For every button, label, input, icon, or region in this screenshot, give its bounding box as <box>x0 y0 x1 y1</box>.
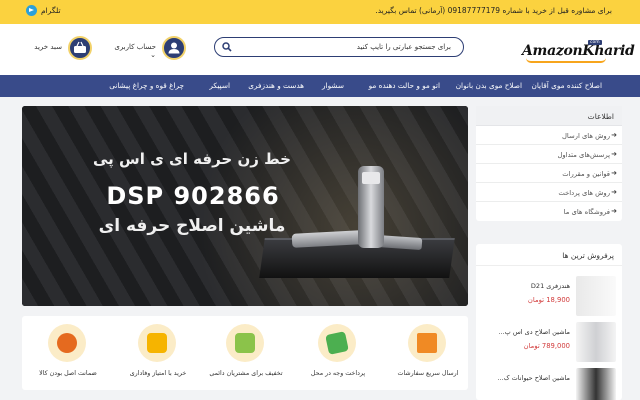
arrow-left-icon: ➜ <box>611 131 617 139</box>
logo-text: AmazonKharid <box>522 43 635 59</box>
loyalty-points-icon <box>147 333 167 353</box>
cart-button[interactable]: سبد خرید <box>34 36 92 60</box>
quality-medal-icon <box>57 333 77 353</box>
product-price: 789,000 تومان <box>523 342 570 350</box>
user-icon <box>162 36 186 60</box>
cart-label: سبد خرید <box>34 43 62 51</box>
product-card[interactable]: ماشین اصلاح دی اس پ... 789,000 تومان <box>482 322 616 364</box>
discount-gift-icon <box>235 333 255 353</box>
info-title: اطلاعات <box>476 106 622 126</box>
product-card[interactable]: هندزفری D21 18,900 تومان <box>482 276 616 318</box>
telegram-link[interactable]: تلگرام <box>26 5 61 16</box>
product-thumbnail <box>576 322 616 362</box>
logo-swoosh <box>526 58 606 63</box>
feature-quality: ضمانت اصل بودن کالا <box>26 324 110 388</box>
arrow-left-icon: ➜ <box>611 188 617 196</box>
info-link-terms[interactable]: ➜ قوانین و مقررات <box>476 164 622 183</box>
nav-item-speaker[interactable]: اسپیکر <box>209 81 230 90</box>
feature-cod: پرداخت وجه در محل <box>296 324 380 388</box>
info-link-label: پرسش‌های متداول <box>557 151 610 159</box>
account-button[interactable]: حساب کاربری ⌄ <box>108 36 186 60</box>
arrow-left-icon: ➜ <box>611 150 617 158</box>
cart-icon <box>68 36 92 60</box>
info-link-label: روش های پرداخت <box>558 189 610 197</box>
banner-heading: خط زن حرفه ای ی اس پی <box>93 150 291 168</box>
bestsellers-panel: پرفروش ترین ها هندزفری D21 18,900 تومان … <box>476 244 622 400</box>
contact-message: برای مشاوره قبل از خرید با شماره 0918777… <box>375 6 612 15</box>
feature-label: خرید با امتیاز وفاداری <box>129 370 187 377</box>
trimmer-image-main <box>358 166 384 248</box>
arrow-left-icon: ➜ <box>611 169 617 177</box>
top-announcement-bar: تلگرام برای مشاوره قبل از خرید با شماره … <box>0 0 640 24</box>
truck-icon <box>417 333 437 353</box>
nav-item-hair-styler[interactable]: اتو مو و حالت دهنده مو <box>369 81 440 90</box>
feature-label: پرداخت وجه در محل <box>310 370 366 377</box>
site-logo[interactable]: AmazonKharid com <box>522 40 635 63</box>
product-thumbnail <box>576 276 616 316</box>
feature-label: ضمانت اصل بودن کالا <box>39 370 97 377</box>
nav-item-flashlight[interactable]: چراغ قوه و چراغ پیشانی <box>109 81 184 90</box>
banner-subheading: ماشین اصلاح حرفه ای <box>98 216 286 236</box>
info-link-stores[interactable]: ➜ فروشگاه های ما <box>476 202 622 221</box>
main-navigation: اصلاح کننده موی آقایان اصلاح موی بدن بان… <box>0 75 640 97</box>
arrow-left-icon: ➜ <box>611 207 617 215</box>
info-link-label: روش های ارسال <box>561 132 610 140</box>
telegram-label: تلگرام <box>41 6 61 15</box>
feature-label: تخفیف برای مشتریان دائمی <box>209 370 283 377</box>
info-link-label: فروشگاه های ما <box>563 208 610 216</box>
chevron-down-icon: ⌄ <box>150 51 156 59</box>
cash-on-delivery-icon <box>325 331 349 355</box>
account-label: حساب کاربری ⌄ <box>114 43 156 59</box>
info-panel: اطلاعات ➜ روش های ارسال ➜ پرسش‌های متداول … <box>476 106 622 221</box>
info-link-label: قوانین و مقررات <box>562 170 610 178</box>
feature-label: ارسال سریع سفارشات <box>397 370 459 377</box>
telegram-icon <box>26 5 37 16</box>
bestsellers-title: پرفروش ترین ها <box>476 244 622 266</box>
search-input[interactable]: برای جستجو عبارتی را تایپ کنید <box>357 43 451 51</box>
logo-badge: com <box>588 40 602 45</box>
feature-loyalty: خرید با امتیاز وفاداری <box>116 324 200 388</box>
features-strip: ارسال سریع سفارشات پرداخت وجه در محل تخف… <box>22 316 468 390</box>
info-link-payment[interactable]: ➜ روش های پرداخت <box>476 183 622 202</box>
info-link-faq[interactable]: ➜ پرسش‌های متداول <box>476 145 622 164</box>
product-name: ماشین اصلاح دی اس پ... <box>498 328 570 336</box>
nav-item-women-body[interactable]: اصلاح موی بدن بانوان <box>456 81 522 90</box>
feature-discount: تخفیف برای مشتریان دائمی <box>204 324 288 388</box>
product-price: 18,900 تومان <box>527 296 570 304</box>
product-name: ماشین اصلاح حیوانات ک... <box>497 374 570 382</box>
product-name: هندزفری D21 <box>530 282 570 290</box>
hero-banner[interactable]: خط زن حرفه ای ی اس پی DSP 902866 ماشین ا… <box>22 106 468 306</box>
feature-fast-shipping: ارسال سریع سفارشات <box>386 324 470 388</box>
nav-item-headset[interactable]: هدست و هندزفری <box>248 81 304 90</box>
banner-model: DSP 902866 <box>106 182 280 210</box>
info-link-shipping[interactable]: ➜ روش های ارسال <box>476 126 622 145</box>
product-card[interactable]: ماشین اصلاح حیوانات ک... <box>482 368 616 400</box>
nav-item-men-trimmers[interactable]: اصلاح کننده موی آقایان <box>531 81 602 90</box>
product-thumbnail <box>576 368 616 400</box>
search-icon[interactable] <box>222 42 232 52</box>
search-box[interactable]: برای جستجو عبارتی را تایپ کنید <box>214 37 464 57</box>
nav-item-hair-dryer[interactable]: سشوار <box>322 81 344 90</box>
